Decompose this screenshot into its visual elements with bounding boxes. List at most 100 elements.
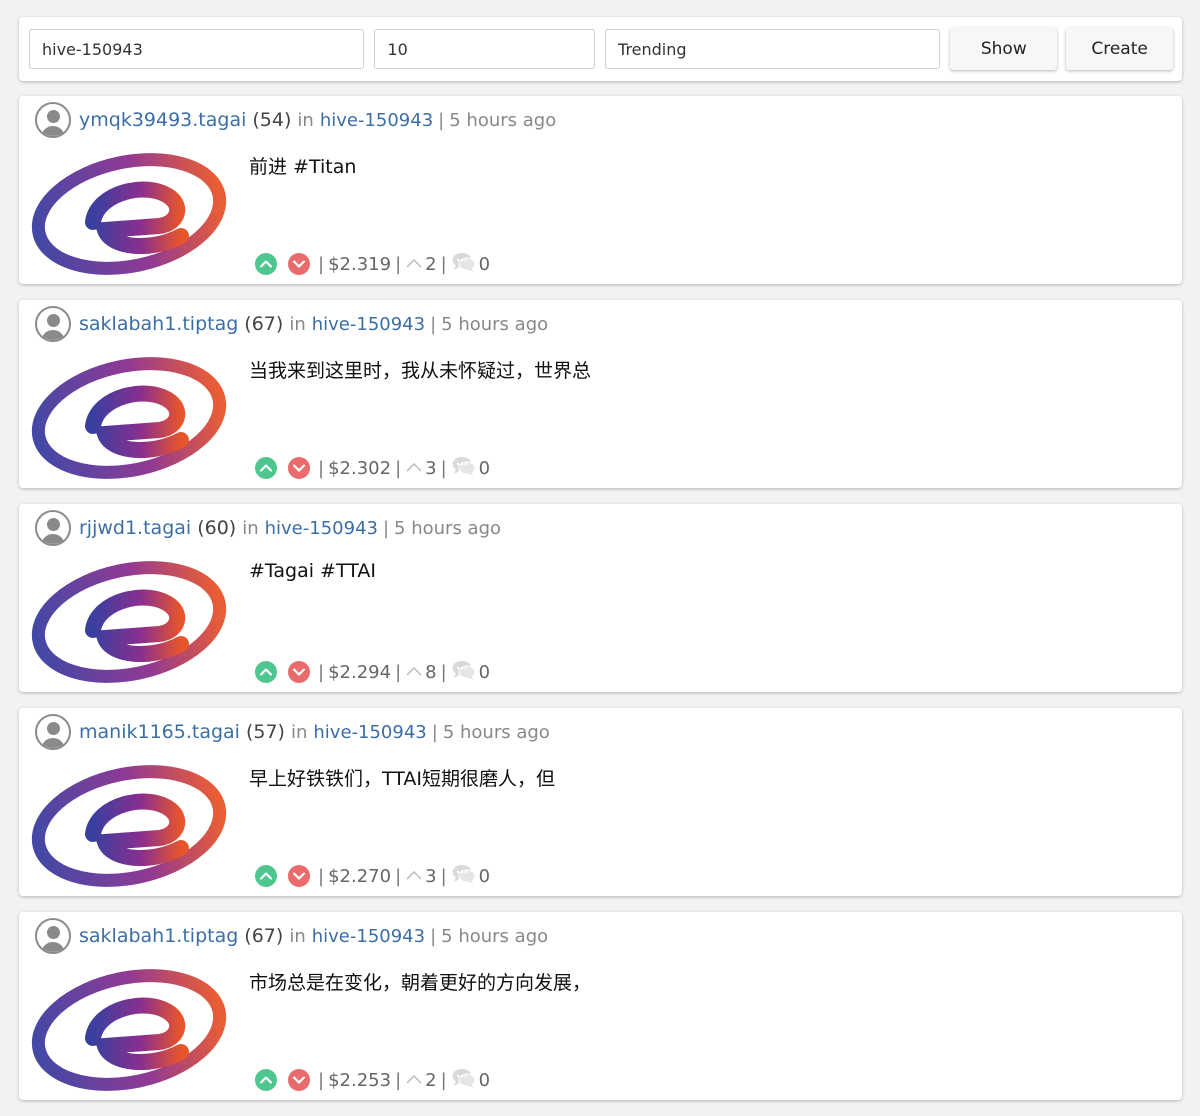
post-thumbnail[interactable]	[31, 148, 227, 276]
payout-value: $2.253	[328, 1069, 392, 1091]
downvote-button[interactable]	[288, 1069, 310, 1091]
show-button[interactable]: Show	[950, 28, 1058, 70]
comment-icon[interactable]	[451, 863, 477, 890]
downvote-button[interactable]	[288, 253, 310, 275]
create-button[interactable]: Create	[1066, 28, 1173, 70]
post-thumbnail[interactable]	[31, 760, 227, 888]
payout-value: $2.302	[328, 457, 392, 479]
separator: |	[440, 253, 447, 275]
upvote-button[interactable]	[255, 661, 277, 683]
author-reputation: (57)	[245, 721, 285, 743]
author-reputation: (54)	[252, 109, 292, 131]
author-link[interactable]: saklabah1.tiptag	[79, 313, 238, 335]
post-header: saklabah1.tiptag (67) in hive-150943 | 5…	[35, 918, 548, 954]
post-card: saklabah1.tiptag (67) in hive-150943 | 5…	[19, 912, 1182, 1100]
author-reputation: (67)	[244, 925, 284, 947]
downvote-button[interactable]	[288, 865, 310, 887]
post-stats: | $2.302 | 3 | 0	[255, 455, 490, 481]
separator: |	[395, 457, 402, 479]
downvote-button[interactable]	[288, 457, 310, 479]
upvote-button[interactable]	[255, 253, 277, 275]
post-title[interactable]: 市场总是在变化，朝着更好的方向发展，	[249, 968, 591, 995]
chevron-up-icon	[405, 458, 423, 479]
vote-count: 8	[425, 661, 437, 683]
post-title[interactable]: 前进 #Titan	[249, 152, 356, 179]
post-stats: | $2.294 | 8 | 0	[255, 659, 490, 685]
upvote-button[interactable]	[255, 1069, 277, 1091]
separator: |	[438, 109, 445, 131]
post-title[interactable]: 早上好铁铁们，TTAI短期很磨人，但	[249, 764, 555, 791]
chevron-up-icon	[405, 662, 423, 683]
community-link[interactable]: hive-150943	[320, 110, 433, 131]
count-input[interactable]: 10	[374, 29, 596, 69]
vote-count: 3	[425, 865, 437, 887]
separator: |	[318, 661, 325, 683]
author-link[interactable]: ymqk39493.tagai	[79, 109, 246, 131]
avatar-icon[interactable]	[35, 714, 71, 750]
comment-count: 0	[478, 865, 491, 887]
avatar-icon[interactable]	[35, 510, 71, 546]
separator: |	[440, 457, 447, 479]
separator: |	[430, 313, 437, 335]
separator: |	[318, 1069, 325, 1091]
post-header: ymqk39493.tagai (54) in hive-150943 | 5 …	[35, 102, 556, 138]
in-label: in	[290, 721, 308, 743]
post-time: 5 hours ago	[449, 109, 557, 131]
post-list: ymqk39493.tagai (54) in hive-150943 | 5 …	[19, 96, 1182, 1116]
post-time: 5 hours ago	[394, 517, 502, 539]
community-link[interactable]: hive-150943	[313, 722, 426, 743]
comment-icon[interactable]	[451, 251, 477, 278]
comment-icon[interactable]	[451, 659, 477, 686]
comment-count: 0	[478, 457, 491, 479]
vote-count: 2	[425, 1069, 437, 1091]
community-link[interactable]: hive-150943	[265, 518, 378, 539]
separator: |	[440, 865, 447, 887]
comment-icon[interactable]	[451, 1067, 477, 1094]
author-link[interactable]: rjjwd1.tagai	[79, 517, 191, 539]
separator: |	[382, 517, 390, 539]
separator: |	[395, 865, 402, 887]
post-title[interactable]: #Tagai #TTAI	[249, 560, 376, 582]
post-thumbnail[interactable]	[31, 352, 227, 480]
comment-count: 0	[478, 661, 491, 683]
payout-value: $2.294	[328, 661, 392, 683]
payout-value: $2.270	[328, 865, 392, 887]
post-title[interactable]: 当我来到这里时，我从未怀疑过，世界总	[249, 356, 591, 383]
post-time: 5 hours ago	[441, 313, 549, 335]
post-thumbnail[interactable]	[31, 556, 227, 684]
avatar-icon[interactable]	[35, 918, 71, 954]
separator: |	[395, 661, 402, 683]
payout-value: $2.319	[328, 253, 392, 275]
chevron-up-icon	[405, 254, 423, 275]
sort-input[interactable]: Trending	[605, 29, 941, 69]
post-stats: | $2.319 | 2 | 0	[255, 251, 490, 277]
post-card: saklabah1.tiptag (67) in hive-150943 | 5…	[19, 300, 1182, 488]
tag-input[interactable]: hive-150943	[29, 29, 365, 69]
post-header: manik1165.tagai (57) in hive-150943 | 5 …	[35, 714, 550, 750]
community-link[interactable]: hive-150943	[312, 314, 425, 335]
in-label: in	[242, 517, 259, 539]
comment-icon[interactable]	[451, 455, 477, 482]
post-time: 5 hours ago	[441, 925, 549, 947]
author-link[interactable]: manik1165.tagai	[79, 721, 240, 743]
author-link[interactable]: saklabah1.tiptag	[79, 925, 238, 947]
avatar-icon[interactable]	[35, 306, 71, 342]
in-label: in	[289, 313, 306, 335]
community-link[interactable]: hive-150943	[312, 926, 425, 947]
filter-toolbar: hive-150943 10 Trending Show Create	[19, 17, 1182, 81]
separator: |	[395, 253, 402, 275]
avatar-icon[interactable]	[35, 102, 71, 138]
author-reputation: (60)	[197, 517, 237, 539]
upvote-button[interactable]	[255, 865, 277, 887]
post-time: 5 hours ago	[442, 721, 550, 743]
post-card: ymqk39493.tagai (54) in hive-150943 | 5 …	[19, 96, 1182, 284]
in-label: in	[297, 109, 314, 131]
post-card: rjjwd1.tagai (60) in hive-150943 | 5 hou…	[19, 504, 1182, 692]
upvote-button[interactable]	[255, 457, 277, 479]
vote-count: 3	[425, 457, 437, 479]
post-thumbnail[interactable]	[31, 964, 227, 1092]
vote-count: 2	[425, 253, 437, 275]
in-label: in	[289, 925, 306, 947]
downvote-button[interactable]	[288, 661, 310, 683]
separator: |	[430, 925, 437, 947]
